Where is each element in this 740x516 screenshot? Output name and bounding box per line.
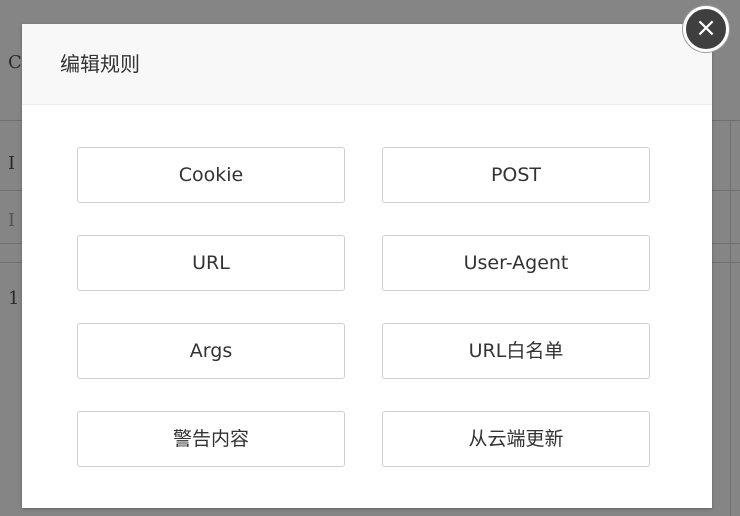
warning-content-button[interactable]: 警告内容 [77,411,345,467]
screen: C I I 1 编辑规则 Cookie POST URL User-Agent … [0,0,740,516]
background-text-fragment: 1 [8,288,20,309]
cookie-button[interactable]: Cookie [77,147,345,203]
dialog-header: 编辑规则 [22,24,712,105]
update-from-cloud-button[interactable]: 从云端更新 [382,411,650,467]
url-button[interactable]: URL [77,235,345,291]
close-dialog-button[interactable]: × [683,6,729,52]
background-text-fragment: C [8,52,22,73]
user-agent-button[interactable]: User-Agent [382,235,650,291]
close-icon: × [695,13,717,43]
post-button[interactable]: POST [382,147,650,203]
background-text-fragment: I [8,153,16,174]
edit-rules-dialog: 编辑规则 Cookie POST URL User-Agent Args URL… [22,24,712,508]
url-whitelist-button[interactable]: URL白名单 [382,323,650,379]
args-button[interactable]: Args [77,323,345,379]
background-table-border [730,120,731,516]
dialog-title: 编辑规则 [60,52,140,76]
background-text-fragment: I [8,210,16,231]
